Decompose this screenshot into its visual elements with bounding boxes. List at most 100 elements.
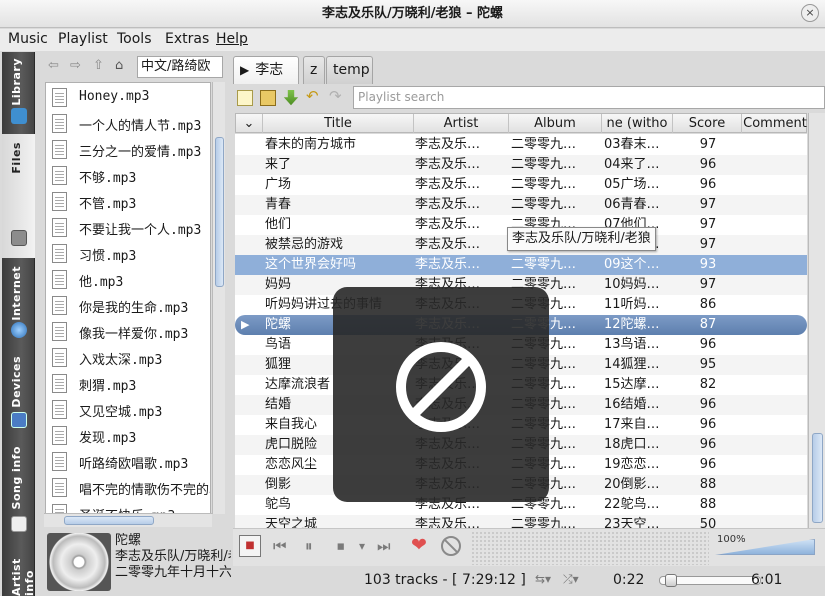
- stop-button[interactable]: ⏹: [337, 537, 345, 555]
- scroll-thumb[interactable]: [812, 433, 823, 523]
- playback-controls: ■ ⏮ ⏸ ⏹ ▾ ⏭ ❤ 100%: [233, 528, 825, 566]
- file-icon: [52, 348, 67, 367]
- undo-icon[interactable]: ↶: [306, 87, 322, 105]
- column-menu-chevron-down-icon[interactable]: ⌄: [236, 114, 263, 133]
- pause-button[interactable]: ⏸: [305, 537, 313, 555]
- spectrum-analyzer[interactable]: [471, 531, 709, 565]
- track-score: 96: [699, 157, 717, 172]
- column-header-title[interactable]: Title: [263, 114, 414, 133]
- file-item[interactable]: 听路绮欧唱歌.mp3: [46, 449, 210, 475]
- track-score: 86: [699, 297, 717, 312]
- repeat-icon[interactable]: ⇆▾: [535, 572, 551, 586]
- table-row[interactable]: 来了 李志及乐… 二零零九… 04来了… 96: [235, 155, 807, 175]
- file-item[interactable]: 刺猬.mp3: [46, 371, 210, 397]
- ban-icon[interactable]: [441, 536, 461, 556]
- tab-playlist-z[interactable]: z: [303, 56, 325, 84]
- column-header-artist[interactable]: Artist: [414, 114, 509, 133]
- open-folder-icon[interactable]: [260, 90, 276, 106]
- love-heart-icon[interactable]: ❤: [411, 534, 427, 556]
- window-title: 李志及乐队/万晓利/老狼 – 陀螺: [321, 6, 504, 21]
- menu-music[interactable]: Music: [8, 31, 48, 47]
- sidebar-tab-artist-info[interactable]: Artist info: [2, 542, 36, 596]
- seek-slider[interactable]: [659, 574, 761, 587]
- column-header-filename[interactable]: ne (witho: [602, 114, 673, 133]
- shuffle-icon[interactable]: ⤮▾: [563, 572, 579, 587]
- column-header-score[interactable]: Score: [673, 114, 742, 133]
- file-item[interactable]: 入戏太深.mp3: [46, 345, 210, 371]
- new-playlist-icon[interactable]: [237, 90, 253, 106]
- track-filename: 10妈妈…: [604, 277, 660, 292]
- track-score: 96: [699, 177, 717, 192]
- file-item[interactable]: 一个人的情人节.mp3: [46, 111, 210, 137]
- file-item[interactable]: 他.mp3: [46, 267, 210, 293]
- track-album: 二零零九…: [511, 157, 577, 172]
- table-row[interactable]: 广场 李志及乐… 二零零九… 05广场… 96: [235, 175, 807, 195]
- back-icon[interactable]: ⇦: [48, 58, 59, 73]
- menu-tools[interactable]: Tools: [117, 31, 152, 47]
- track-artist: 李志及乐…: [415, 237, 481, 252]
- stop-options-chevron-down-icon[interactable]: ▾: [359, 539, 365, 553]
- file-item[interactable]: 发现.mp3: [46, 423, 210, 449]
- clear-playlist-icon[interactable]: ■: [239, 535, 261, 557]
- file-item[interactable]: 唱不完的情歌伤不完的心.mp3: [46, 475, 210, 501]
- volume-slider[interactable]: 100%: [715, 533, 815, 561]
- home-icon[interactable]: ⌂: [115, 58, 123, 73]
- file-item[interactable]: 又见空城.mp3: [46, 397, 210, 423]
- sidebar-tab-files[interactable]: Files: [2, 134, 35, 258]
- save-playlist-icon[interactable]: [283, 90, 299, 106]
- file-list[interactable]: Honey.mp3 一个人的情人节.mp3 三分之一的爱情.mp3 不够.mp3 不管.…: [45, 82, 211, 514]
- window-titlebar: 李志及乐队/万晓利/老狼 – 陀螺 ×: [0, 0, 825, 28]
- scroll-thumb[interactable]: [64, 516, 154, 525]
- column-header-album[interactable]: Album: [509, 114, 602, 133]
- files-icon: [11, 230, 27, 246]
- file-item[interactable]: Honey.mp3: [46, 85, 210, 111]
- track-title: 天空之城: [265, 517, 318, 528]
- table-row[interactable]: 这个世界会好吗 李志及乐… 二零零九… 09这个… 93: [235, 255, 807, 275]
- redo-icon[interactable]: ↷: [329, 87, 345, 105]
- sidebar-tab-internet[interactable]: Internet: [2, 260, 35, 352]
- track-artist: 李志及乐…: [415, 137, 481, 152]
- file-item[interactable]: 你是我的生命.mp3: [46, 293, 210, 319]
- now-playing-widget[interactable]: 陀螺 李志及乐队/万晓利/老狼 二零零九年十月十六日事件: [43, 530, 231, 596]
- table-row[interactable]: 天空之城 李志及乐… 二零零九… 23天空… 50: [235, 515, 807, 528]
- track-score: 97: [699, 217, 717, 232]
- playlist-header: ⌄ Title Artist Album ne (witho Score Com…: [235, 113, 807, 133]
- forward-icon[interactable]: ⇨: [70, 58, 81, 73]
- up-icon[interactable]: ⇧: [93, 58, 104, 73]
- table-row[interactable]: 春末的南方城市 李志及乐… 二零零九… 03春末… 97: [235, 135, 807, 155]
- next-button[interactable]: ⏭: [377, 537, 391, 555]
- now-playing-artist: 李志及乐队/万晓利/老狼: [115, 549, 231, 564]
- previous-button[interactable]: ⏮: [273, 537, 287, 555]
- track-album: 二零零九…: [511, 197, 577, 212]
- file-item[interactable]: 不管.mp3: [46, 189, 210, 215]
- tab-playlist-temp[interactable]: temp: [326, 56, 373, 84]
- menu-extras[interactable]: Extras: [165, 31, 209, 47]
- column-header-comment[interactable]: Comment: [742, 114, 808, 133]
- playing-tab-icon: ▶: [240, 63, 250, 77]
- file-item[interactable]: 不够.mp3: [46, 163, 210, 189]
- menu-playlist[interactable]: Playlist: [58, 31, 108, 47]
- path-field[interactable]: 中文/路绮欧: [137, 56, 223, 78]
- playlist-search-input[interactable]: Playlist search: [353, 86, 825, 109]
- table-row[interactable]: 青春 李志及乐… 二零零九… 06青春… 97: [235, 195, 807, 215]
- playlist-vscroll[interactable]: [808, 113, 825, 528]
- menu-help[interactable]: Help: [216, 31, 248, 47]
- scroll-thumb[interactable]: [215, 137, 224, 287]
- file-icon: [52, 322, 67, 341]
- seek-knob[interactable]: [665, 574, 678, 587]
- track-title: 来了: [265, 157, 292, 172]
- file-list-hscroll[interactable]: [44, 513, 212, 527]
- tab-playlist-lizhi[interactable]: ▶ 李志: [233, 56, 299, 84]
- file-browser-toolbar: ⇦ ⇨ ⇧ ⌂ 中文/路绮欧: [43, 54, 223, 80]
- sidebar-tab-song-info[interactable]: Song info: [2, 442, 35, 542]
- close-window-icon[interactable]: ×: [801, 4, 819, 22]
- sidebar-tab-library[interactable]: Library: [2, 52, 35, 132]
- file-icon: [52, 244, 67, 263]
- track-score: 93: [699, 257, 717, 272]
- file-item[interactable]: 三分之一的爱情.mp3: [46, 137, 210, 163]
- sidebar-tab-devices[interactable]: Devices: [2, 352, 35, 438]
- file-list-vscroll[interactable]: [212, 82, 225, 514]
- file-item[interactable]: 不要让我一个人.mp3: [46, 215, 210, 241]
- file-item[interactable]: 习惯.mp3: [46, 241, 210, 267]
- file-item[interactable]: 像我一样爱你.mp3: [46, 319, 210, 345]
